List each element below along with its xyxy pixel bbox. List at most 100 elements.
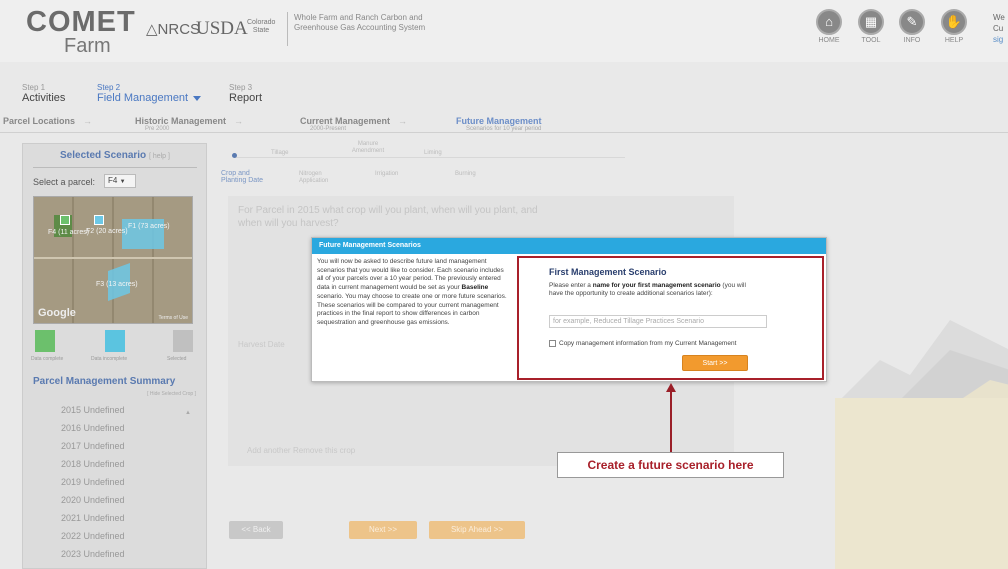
timeline-burning[interactable]: Burning xyxy=(455,171,476,178)
summary-year-text: 2016 Undefined xyxy=(61,423,125,433)
map-parcel-f4[interactable] xyxy=(60,215,70,225)
selected-scenario-title: Selected Scenario [ help ] xyxy=(33,150,197,168)
legend-complete-swatch xyxy=(35,330,55,352)
legend-selected-label: Selected xyxy=(167,356,187,362)
first-scenario-title: First Management Scenario xyxy=(549,267,667,277)
tool-button[interactable]: ▦ TOOL xyxy=(856,9,886,44)
timeline-crop-planting[interactable]: Crop and Planting Date xyxy=(221,170,271,184)
timeline-track xyxy=(235,157,625,158)
legend-incomplete-swatch xyxy=(105,330,125,352)
remove-crop-link[interactable]: Remove this crop xyxy=(293,446,355,455)
arrow-right-icon: → xyxy=(83,116,93,126)
summary-year-row[interactable]: 2020 Undefined xyxy=(33,492,197,508)
timeline-manure[interactable]: Manure Amendment xyxy=(343,141,393,155)
summary-year-row[interactable]: 2019 Undefined xyxy=(33,474,197,490)
app-header: COMET Farm △NRCS USDA Colorado State Who… xyxy=(0,0,1008,62)
summary-year-row[interactable]: 2022 Undefined xyxy=(33,528,197,544)
chevron-down-icon: ▼ xyxy=(119,179,126,185)
start-button[interactable]: Start >> xyxy=(682,355,748,371)
map-parcel-f2[interactable] xyxy=(94,215,104,225)
csu-logo: Colorado State xyxy=(247,19,276,34)
step-report[interactable]: Step 3 Report xyxy=(229,83,262,104)
checkbox-icon[interactable] xyxy=(549,340,556,347)
farm-logo-text: Farm xyxy=(64,35,111,57)
first-scenario-instructions: Please enter a name for your first manag… xyxy=(549,282,759,299)
map-label: F2 (20 acres) xyxy=(86,228,128,235)
instructions-bold: name for your first management scenario xyxy=(592,282,721,289)
map-road xyxy=(34,257,192,259)
legend-incomplete-label: Data incomplete xyxy=(91,356,128,362)
subnav-future[interactable]: Future Management Scenarios for 10 year … xyxy=(456,116,542,132)
home-icon: ⌂ xyxy=(816,9,842,35)
tool-label: TOOL xyxy=(861,37,881,44)
instructions-text: Please enter a xyxy=(549,282,593,289)
timeline-irrigation[interactable]: Irrigation xyxy=(375,171,398,178)
welcome-text: We xyxy=(993,13,1005,22)
first-scenario-panel: First Management Scenario Please enter a… xyxy=(517,256,824,380)
step-label-wrap: Field Management xyxy=(97,92,202,104)
summary-year-row[interactable]: 2018 Undefined xyxy=(33,456,197,472)
next-button[interactable]: Next >> xyxy=(349,521,417,539)
summary-year-row[interactable]: 2023 Undefined xyxy=(33,546,197,562)
summary-year-row[interactable]: 2021 Undefined xyxy=(33,510,197,526)
arrow-right-icon: → xyxy=(398,116,408,126)
step-label: Field Management xyxy=(97,92,189,104)
summary-year-row[interactable]: 2016 Undefined xyxy=(33,420,197,436)
add-another-link[interactable]: Add another xyxy=(247,446,291,455)
mountain-illustration xyxy=(840,320,1008,400)
subnav-current[interactable]: Current Management → 2000-Present xyxy=(300,116,407,132)
help-label: HELP xyxy=(944,37,964,44)
subnav-label: Historic Management xyxy=(135,116,227,126)
copy-management-label: Copy management information from my Curr… xyxy=(559,340,737,348)
subnav-label: Future Management xyxy=(456,116,542,126)
step-label: Report xyxy=(229,92,263,104)
parcel-map[interactable]: F4 (11 acres) F2 (20 acres) F1 (73 acres… xyxy=(33,196,193,324)
summary-year-text: 2015 Undefined xyxy=(61,405,125,415)
timeline-liming[interactable]: Liming xyxy=(424,150,442,157)
summary-year-text: 2020 Undefined xyxy=(61,495,125,505)
hide-crop-link[interactable]: [ Hide Selected Crop ] xyxy=(147,391,196,397)
subnav-divider xyxy=(0,132,1008,133)
parcel-select[interactable]: F4 ▼ xyxy=(104,174,136,188)
timeline-tillage[interactable]: Tillage xyxy=(271,150,288,157)
summary-year-text: 2022 Undefined xyxy=(61,531,125,541)
subnav-label: Parcel Locations xyxy=(3,116,76,126)
map-label: F1 (73 acres) xyxy=(128,223,170,230)
chevron-down-icon xyxy=(193,95,202,101)
map-label: F3 (13 acres) xyxy=(96,281,138,288)
summary-year-text: 2017 Undefined xyxy=(61,441,125,451)
field-illustration xyxy=(835,398,1008,569)
crop-question-text: For Parcel in 2015 what crop will you pl… xyxy=(238,205,538,229)
subnav-label: Current Management xyxy=(300,116,391,126)
home-button[interactable]: ⌂ HOME xyxy=(814,9,844,44)
header-divider xyxy=(287,12,288,46)
info-button[interactable]: ✎ INFO xyxy=(897,9,927,44)
summary-year-text: 2019 Undefined xyxy=(61,477,125,487)
timeline-nitrogen[interactable]: Nitrogen Application xyxy=(299,171,349,185)
step-field-management[interactable]: Step 2 Field Management xyxy=(97,83,202,104)
copy-management-checkbox[interactable]: Copy management information from my Curr… xyxy=(549,340,736,347)
map-terms-link[interactable]: Terms of Use xyxy=(159,315,188,321)
help-button[interactable]: ✋ HELP xyxy=(939,9,969,44)
sign-out-link[interactable]: sig xyxy=(993,34,1008,45)
subnav-parcel-locations[interactable]: Parcel Locations → xyxy=(3,116,92,126)
step-number: Step 3 xyxy=(229,83,253,92)
subnav-historic[interactable]: Historic Management → Pre 2000 xyxy=(135,116,243,132)
step-activities[interactable]: Step 1 Activities xyxy=(22,83,65,104)
baseline-term: Baseline xyxy=(461,284,489,292)
selected-scenario-help[interactable]: [ help ] xyxy=(149,153,170,160)
welcome-user: Cu xyxy=(993,24,1004,33)
summary-year-row[interactable]: 2015 Undefined ▲ xyxy=(33,402,197,418)
skip-ahead-button[interactable]: Skip Ahead >> xyxy=(429,521,525,539)
scenario-name-input[interactable]: for example, Reduced Tillage Practices S… xyxy=(549,315,767,328)
legend-complete-label: Data complete xyxy=(31,356,64,362)
summary-year-text: 2018 Undefined xyxy=(61,459,125,469)
parcel-summary-title: Parcel Management Summary xyxy=(33,376,176,387)
dialog-description-text-2: scenario. You may choose to create one o… xyxy=(317,292,507,326)
comet-logo[interactable]: COMET xyxy=(26,8,136,37)
usda-logo: USDA xyxy=(196,18,248,39)
summary-year-row[interactable]: 2017 Undefined xyxy=(33,438,197,454)
info-icon: ✎ xyxy=(899,9,925,35)
scroll-up-icon[interactable]: ▲ xyxy=(185,405,191,421)
back-button[interactable]: << Back xyxy=(229,521,283,539)
